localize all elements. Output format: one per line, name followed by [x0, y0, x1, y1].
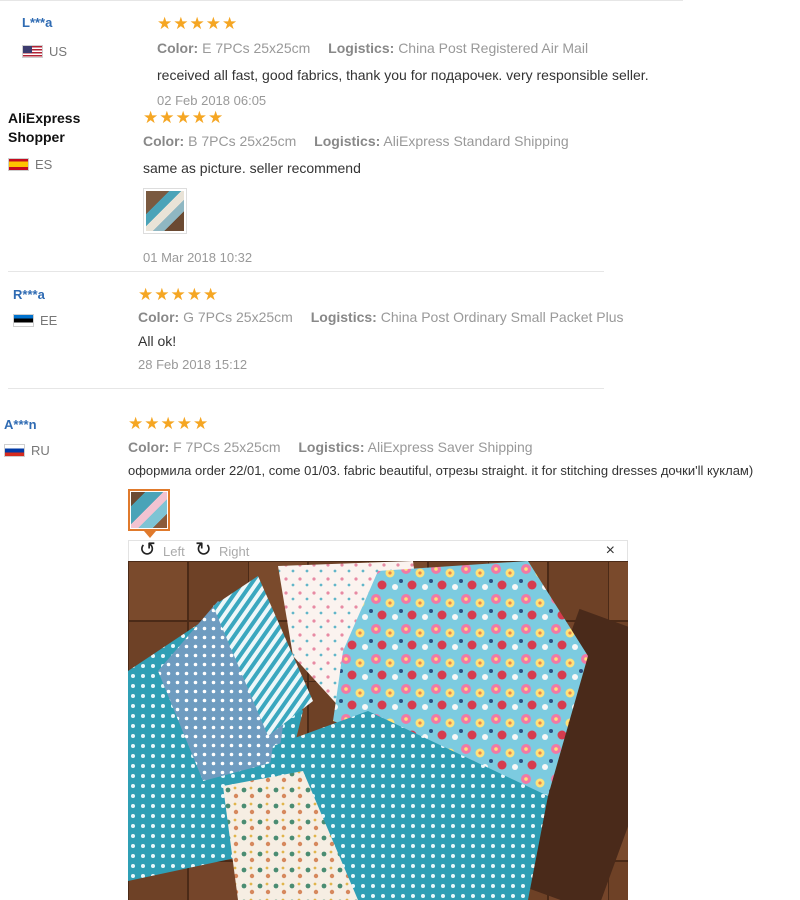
rating-stars: ★★★★★	[128, 414, 210, 433]
rating-stars: ★★★★★	[157, 14, 239, 33]
review-date: 01 Mar 2018 10:32	[143, 250, 253, 265]
logistics-value: AliExpress Standard Shipping	[383, 133, 569, 149]
es-flag-icon	[8, 158, 29, 171]
review-text: received all fast, good fabrics, thank y…	[157, 67, 649, 83]
ee-flag-icon	[13, 314, 34, 327]
review-photo-thumbnail[interactable]	[143, 188, 187, 234]
reviewer-name[interactable]: AliExpress Shopper	[8, 109, 98, 147]
color-label: Color:	[128, 439, 170, 455]
image-viewer-toolbar: ↺ Left ↻ Right ×	[128, 540, 628, 561]
review-text: All ok!	[138, 333, 177, 349]
order-info: Color: E 7PCs 25x25cm Logistics: China P…	[157, 40, 588, 56]
rating-stars: ★★★★★	[143, 108, 225, 127]
order-info: Color: G 7PCs 25x25cm Logistics: China P…	[138, 309, 624, 325]
review-divider	[8, 271, 604, 272]
logistics-label: Logistics:	[298, 439, 365, 455]
reviewer-country: ES	[8, 157, 52, 172]
rotate-left-icon[interactable]: ↺	[139, 540, 156, 560]
reviewer-country: RU	[4, 443, 50, 458]
rotate-left-button[interactable]: Left	[163, 544, 185, 559]
logistics-label: Logistics:	[314, 133, 381, 149]
order-info: Color: F 7PCs 25x25cm Logistics: AliExpr…	[128, 439, 533, 455]
close-icon[interactable]: ×	[606, 542, 615, 560]
logistics-value: China Post Registered Air Mail	[398, 40, 589, 56]
color-value: F 7PCs 25x25cm	[173, 439, 281, 455]
country-code: US	[49, 44, 68, 59]
review-photo-thumbnail-selected[interactable]	[128, 489, 170, 531]
country-code: EE	[40, 313, 58, 328]
country-code: RU	[31, 443, 50, 458]
logistics-value: AliExpress Saver Shipping	[367, 439, 533, 455]
logistics-value: China Post Ordinary Small Packet Plus	[380, 309, 624, 325]
top-divider	[0, 0, 683, 1]
reviewer-country: EE	[13, 313, 57, 328]
country-code: ES	[35, 157, 53, 172]
color-value: B 7PCs 25x25cm	[188, 133, 297, 149]
review-divider	[8, 388, 604, 389]
review-photo-large	[128, 561, 628, 900]
reviewer-name[interactable]: R***a	[13, 287, 45, 302]
reviewer-name[interactable]: A***n	[4, 417, 37, 432]
ru-flag-icon	[4, 444, 25, 457]
logistics-label: Logistics:	[328, 40, 395, 56]
rotate-right-icon[interactable]: ↻	[195, 540, 212, 560]
color-label: Color:	[157, 40, 199, 56]
rating-stars: ★★★★★	[138, 285, 220, 304]
color-value: E 7PCs 25x25cm	[202, 40, 311, 56]
review-text: оформила order 22/01, come 01/03. fabric…	[128, 463, 754, 478]
logistics-label: Logistics:	[310, 309, 377, 325]
fabric-photo	[128, 561, 628, 900]
us-flag-icon	[22, 45, 43, 58]
review-date: 02 Feb 2018 06:05	[157, 93, 267, 108]
order-info: Color: B 7PCs 25x25cm Logistics: AliExpr…	[143, 133, 569, 149]
thumbnail-pointer	[144, 531, 156, 538]
review-text: same as picture. seller recommend	[143, 160, 361, 176]
color-label: Color:	[138, 309, 180, 325]
reviewer-country: US	[22, 44, 67, 59]
rotate-right-button[interactable]: Right	[219, 544, 249, 559]
review-date: 28 Feb 2018 15:12	[138, 357, 248, 372]
color-label: Color:	[143, 133, 185, 149]
reviewer-name[interactable]: L***a	[22, 15, 52, 30]
color-value: G 7PCs 25x25cm	[183, 309, 293, 325]
